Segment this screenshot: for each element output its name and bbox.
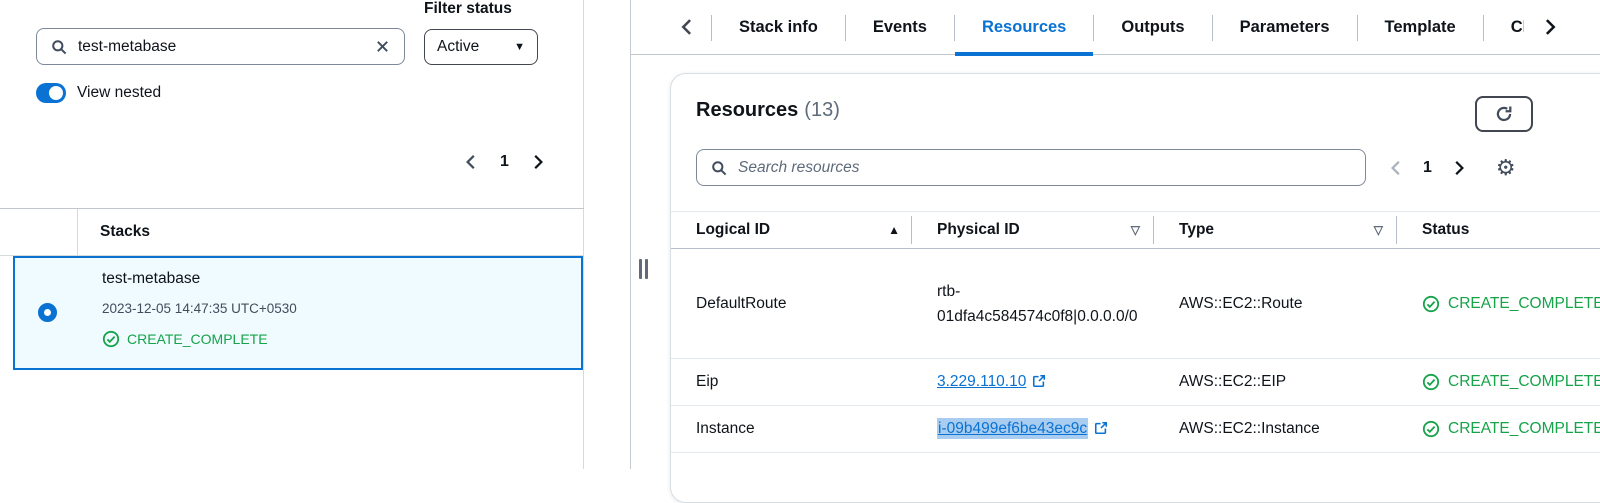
previous-page-icon[interactable]	[460, 151, 482, 173]
resources-title: Resources (13)	[696, 99, 840, 122]
refresh-icon	[1495, 105, 1513, 123]
stacks-pagination: 1	[460, 151, 549, 173]
resources-title-text: Resources	[696, 99, 799, 121]
tab-events[interactable]: Events	[846, 0, 954, 55]
toggle-knob	[49, 86, 63, 100]
column-label: Status	[1422, 221, 1470, 238]
sort-ascending-icon[interactable]: ▲	[888, 223, 900, 237]
physical-id-link-selected[interactable]: i-09b499ef6be43ec9c	[937, 418, 1089, 439]
search-icon	[49, 37, 69, 57]
resources-count: (13)	[804, 99, 840, 121]
table-row[interactable]: Instance i-09b499ef6be43ec9c AWS::EC2::I…	[671, 406, 1600, 453]
check-circle-icon	[1422, 420, 1440, 438]
resources-card: Resources(13) 1 ⚙ L	[670, 73, 1600, 503]
chevron-down-icon: ▼	[514, 41, 525, 53]
table-header-row: Logical ID ▲ Physical ID ▽ Type ▽ Status	[671, 211, 1600, 249]
resources-pagination: 1 ⚙	[1385, 154, 1516, 182]
external-link-icon[interactable]	[1094, 421, 1108, 435]
status-text: CREATE_COMPLETE	[1448, 373, 1600, 390]
type-cell: AWS::EC2::EIP	[1179, 373, 1287, 390]
tab-template[interactable]: Template	[1358, 0, 1483, 55]
stack-timestamp: 2023-12-05 14:47:35 UTC+0530	[102, 301, 297, 316]
status-cell: CREATE_COMPLETE	[1397, 295, 1600, 313]
physical-id-cell: i-09b499ef6be43ec9c	[912, 418, 1154, 439]
type-cell: AWS::EC2::Instance	[1179, 420, 1320, 437]
tab-label: Outputs	[1121, 18, 1185, 36]
filter-status-label: Filter status	[424, 0, 512, 17]
stacks-list-header: Stacks	[0, 208, 584, 256]
resources-table: Logical ID ▲ Physical ID ▽ Type ▽ Status…	[671, 211, 1600, 453]
check-circle-icon	[1422, 373, 1440, 391]
view-nested-toggle[interactable]	[36, 83, 66, 103]
resources-search-box	[696, 149, 1366, 186]
status-text: CREATE_COMPLETE	[1448, 420, 1600, 437]
column-header-status[interactable]: Status	[1397, 212, 1600, 248]
next-page-icon[interactable]	[1448, 157, 1470, 179]
resources-search-input[interactable]	[738, 158, 1353, 177]
gear-icon[interactable]: ⚙	[1496, 157, 1516, 179]
table-row[interactable]: Eip 3.229.110.10 AWS::EC2::EIP CREATE_CO…	[671, 359, 1600, 406]
stacks-panel: Filter status Active ▼ View nested 1 Sta…	[0, 0, 584, 469]
tab-outputs[interactable]: Outputs	[1094, 0, 1211, 55]
stacks-header-label: Stacks	[100, 223, 150, 240]
stacks-search-input[interactable]	[78, 37, 364, 56]
tab-parameters[interactable]: Parameters	[1213, 0, 1357, 55]
search-icon	[709, 158, 729, 178]
table-row[interactable]: DefaultRoute rtb-01dfa4c584574c0f8|0.0.0…	[671, 249, 1600, 359]
view-nested-row: View nested	[36, 83, 161, 103]
column-divider	[77, 209, 78, 255]
current-page[interactable]: 1	[1419, 159, 1436, 177]
filter-status-select[interactable]: Active ▼	[424, 29, 538, 65]
logical-id-cell: Eip	[696, 373, 719, 390]
tab-label: Resources	[981, 18, 1067, 36]
stack-card-test-metabase[interactable]: test-metabase 2023-12-05 14:47:35 UTC+05…	[13, 256, 583, 370]
tab-resources[interactable]: Resources	[954, 0, 1094, 56]
tab-label: Parameters	[1239, 18, 1330, 36]
logical-id-cell: DefaultRoute	[696, 294, 787, 312]
physical-id-link[interactable]: 3.229.110.10	[937, 373, 1026, 390]
refresh-button[interactable]	[1475, 96, 1533, 132]
current-page[interactable]: 1	[496, 153, 513, 171]
column-header-type[interactable]: Type ▽	[1154, 212, 1397, 248]
clear-search-icon[interactable]	[373, 37, 392, 56]
view-nested-label: View nested	[77, 84, 162, 101]
filter-status-value: Active	[437, 38, 480, 55]
physical-id-cell: 3.229.110.10	[912, 373, 1154, 391]
sort-icon[interactable]: ▽	[1131, 223, 1140, 237]
type-cell: AWS::EC2::Route	[1179, 294, 1303, 312]
stack-tabs: Stack info Events Resources Outputs Para…	[711, 0, 1600, 56]
column-header-logical-id[interactable]: Logical ID ▲	[671, 212, 912, 248]
stacks-search-box	[36, 28, 405, 65]
stack-status-badge: CREATE_COMPLETE	[102, 330, 268, 348]
logical-id-cell: Instance	[696, 420, 755, 437]
status-cell: CREATE_COMPLETE	[1397, 373, 1600, 391]
tabs-scroll-right-icon[interactable]	[1524, 0, 1600, 54]
next-page-icon[interactable]	[527, 151, 549, 173]
tab-label: Stack info	[739, 18, 818, 36]
column-label: Logical ID	[696, 221, 771, 238]
previous-page-icon[interactable]	[1385, 157, 1407, 179]
tab-label: Events	[872, 18, 927, 36]
column-header-physical-id[interactable]: Physical ID ▽	[912, 212, 1154, 248]
sort-icon[interactable]: ▽	[1374, 223, 1383, 237]
external-link-icon[interactable]	[1032, 374, 1046, 388]
stack-status-text: CREATE_COMPLETE	[127, 331, 268, 347]
check-circle-icon	[1422, 295, 1440, 313]
stack-detail-panel: Stack info Events Resources Outputs Para…	[631, 0, 1600, 503]
stack-name[interactable]: test-metabase	[102, 270, 200, 288]
check-circle-icon	[102, 330, 120, 348]
status-text: CREATE_COMPLETE	[1448, 294, 1600, 312]
tab-stack-info[interactable]: Stack info	[712, 0, 845, 55]
column-label: Physical ID	[937, 221, 1020, 238]
physical-id-cell: rtb-01dfa4c584574c0f8|0.0.0.0/0	[912, 279, 1154, 329]
tab-label: Template	[1384, 18, 1456, 36]
status-cell: CREATE_COMPLETE	[1397, 420, 1600, 438]
stack-radio-selected[interactable]	[38, 303, 57, 322]
stack-tabs-bar: Stack info Events Resources Outputs Para…	[631, 0, 1600, 56]
physical-id-text: rtb-01dfa4c584574c0f8|0.0.0.0/0	[937, 282, 1138, 325]
tabs-scroll-left-icon[interactable]	[675, 15, 699, 39]
column-label: Type	[1179, 221, 1215, 238]
